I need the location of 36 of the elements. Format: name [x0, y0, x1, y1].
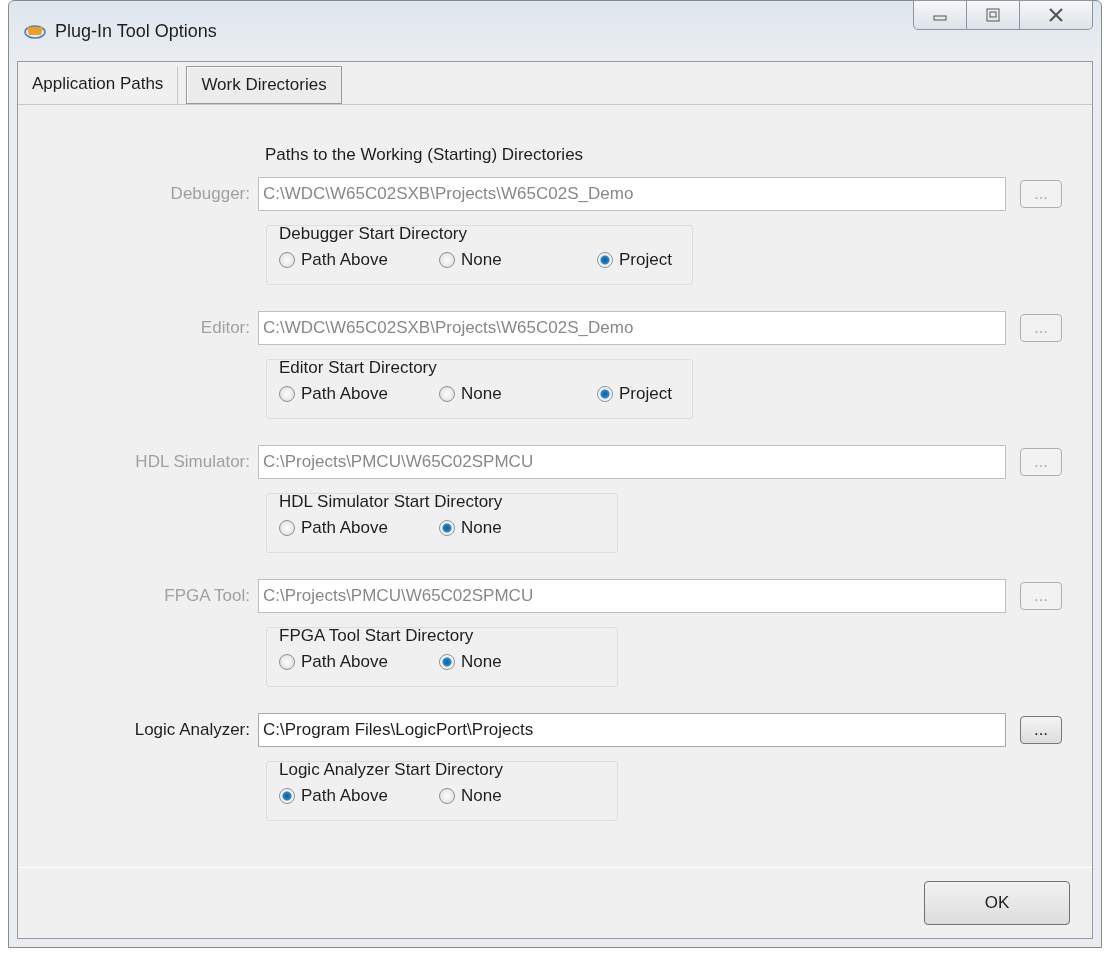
field-label: HDL Simulator: [134, 452, 251, 472]
group-title: HDL Simulator Start Directory [279, 492, 504, 512]
maximize-button[interactable] [967, 0, 1020, 30]
maximize-icon [985, 8, 1001, 22]
field-label: Editor: [199, 318, 251, 338]
radio-label: None [461, 250, 502, 270]
field-label: FPGA Tool: [163, 586, 251, 606]
radio-label: None [461, 518, 502, 538]
radio-label: None [461, 652, 502, 672]
radio-label: Path Above [301, 786, 388, 806]
section-heading: Paths to the Working (Starting) Directories [265, 145, 585, 165]
radio-label: Path Above [301, 250, 388, 270]
radio-label: Path Above [301, 652, 388, 672]
ok-button[interactable]: OK [924, 881, 1070, 925]
close-icon [1047, 8, 1065, 22]
window-title: Plug-In Tool Options [55, 20, 217, 42]
group-title: Editor Start Directory [279, 358, 438, 378]
radio-label: Project [619, 384, 672, 404]
field-label: Debugger: [169, 184, 251, 204]
path-field[interactable]: C:\Program Files\LogicPort\Projects [258, 713, 1006, 747]
browse-button[interactable]: ... [1020, 716, 1062, 744]
radio-label: None [461, 786, 502, 806]
group-title: FPGA Tool Start Directory [279, 626, 475, 646]
close-button[interactable] [1020, 0, 1093, 30]
radio-label: Path Above [301, 384, 388, 404]
field-label: Logic Analyzer: [133, 720, 251, 740]
group-title: Debugger Start Directory [279, 224, 469, 244]
radio-button[interactable] [279, 788, 295, 804]
radio-label: Path Above [301, 518, 388, 538]
radio-label: None [461, 384, 502, 404]
tab[interactable]: Application Paths [18, 66, 179, 104]
group-title: Logic Analyzer Start Directory [279, 760, 504, 780]
radio-button[interactable] [439, 788, 455, 804]
minimize-button[interactable] [913, 0, 967, 30]
tab[interactable]: Work Directories [186, 66, 342, 104]
radio-label: Project [619, 250, 672, 270]
